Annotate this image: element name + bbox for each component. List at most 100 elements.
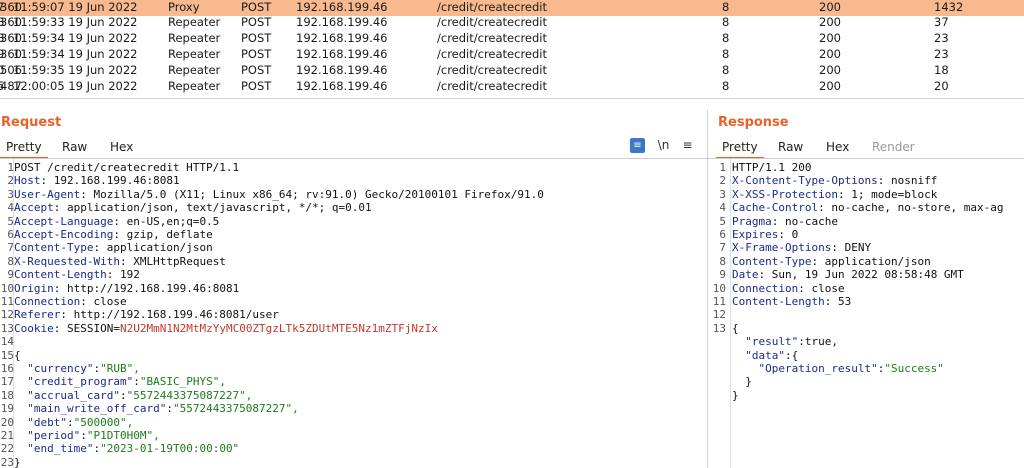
line-number: 8 bbox=[7, 254, 14, 268]
line-number: 18 bbox=[0, 388, 14, 402]
code-key: Referer bbox=[14, 308, 61, 322]
response-tab-render[interactable]: Render bbox=[866, 137, 921, 157]
history-cell-tool: Repeater bbox=[168, 31, 221, 45]
code-value: http://192.168.199.46:8081/user bbox=[73, 308, 279, 322]
code-line: "debt":"500000", bbox=[14, 416, 133, 429]
code-separator: : bbox=[40, 174, 54, 188]
response-tab-pretty[interactable]: Pretty bbox=[716, 137, 764, 159]
line-number: 3 bbox=[7, 187, 14, 201]
history-cell-params: 8 bbox=[722, 0, 730, 14]
code-line: } bbox=[732, 389, 739, 402]
history-cell-length: 487 bbox=[0, 79, 22, 93]
code-key: X-Frame-Options bbox=[732, 241, 832, 255]
code-value: DENY bbox=[844, 241, 872, 255]
response-tab-raw[interactable]: Raw bbox=[772, 137, 809, 157]
newline-icon[interactable]: \n bbox=[656, 138, 671, 153]
code-value: XMLHttpRequest bbox=[133, 254, 226, 268]
code-key: "Operation_result" bbox=[732, 362, 878, 375]
history-cell-time: 11:59:35 19 Jun 2022 bbox=[13, 63, 138, 77]
history-row[interactable]: 8 11:59:33 19 Jun 2022 Repeater POST 192.168… bbox=[0, 15, 1024, 31]
request-tab-raw[interactable]: Raw bbox=[56, 137, 93, 157]
wrap-lines-icon[interactable]: ≡ bbox=[630, 138, 645, 153]
code-key: "period" bbox=[14, 429, 81, 442]
code-separator: : bbox=[811, 254, 825, 268]
line-number: 6 bbox=[7, 228, 14, 241]
code-value: true, bbox=[804, 335, 838, 349]
line-number: 12 bbox=[712, 308, 726, 322]
line-number: 5 bbox=[719, 214, 726, 228]
history-cell-rtt: 23 bbox=[934, 47, 949, 61]
code-value: 1; mode=block bbox=[851, 187, 938, 201]
code-key: Date bbox=[732, 268, 759, 282]
history-row[interactable]: 711:59:07 19 Jun 2022ProxyPOST192.168.19… bbox=[0, 0, 1024, 16]
request-editor[interactable]: 1 POST /credit/createcredit HTTP/1.1 2 Host… bbox=[0, 158, 707, 468]
code-line: "Operation_result":"Success" bbox=[732, 362, 943, 375]
request-tab-hex[interactable]: Hex bbox=[104, 137, 139, 157]
line-number: 8 bbox=[719, 254, 726, 268]
line-number: 14 bbox=[0, 335, 14, 349]
code-key: HTTP/1.1 200 bbox=[732, 161, 812, 174]
code-key: X-Requested-With bbox=[14, 254, 120, 268]
history-row[interactable]: 011:59:35 19 Jun 2022RepeaterPOST192.168… bbox=[0, 63, 1024, 79]
history-cell-method: POST bbox=[241, 15, 272, 29]
line-number: 7 bbox=[719, 241, 726, 255]
code-value: application/json bbox=[106, 241, 213, 255]
response-title: Response bbox=[718, 115, 789, 130]
history-cell-tool: Repeater bbox=[168, 15, 221, 29]
line-number: 9 bbox=[7, 268, 14, 282]
code-key: "accrual_card" bbox=[14, 388, 120, 402]
code-line: X-Content-Type-Options: nosniff bbox=[732, 174, 937, 187]
code-key: X-Content-Type-Options bbox=[732, 174, 878, 188]
history-cell-rtt: 37 bbox=[934, 15, 949, 29]
line-number: 19 bbox=[0, 402, 14, 416]
code-separator: : bbox=[60, 308, 74, 322]
code-line: Accept-Encoding: gzip, deflate bbox=[14, 228, 213, 241]
code-key: Content-Length bbox=[14, 268, 107, 282]
history-cell-params: 8 bbox=[722, 15, 730, 29]
code-value: "RUB", bbox=[100, 362, 140, 375]
code-line: Content-Type: application/json bbox=[14, 241, 213, 254]
line-number: 9 bbox=[719, 268, 726, 282]
history-row[interactable]: 8 11:59:34 19 Jun 2022 Repeater POST 192.168… bbox=[0, 31, 1024, 47]
code-separator: : bbox=[80, 429, 87, 442]
history-row[interactable]: 911:59:34 19 Jun 2022RepeaterPOST192.168… bbox=[0, 47, 1024, 63]
code-key: Content-Type bbox=[14, 241, 94, 255]
code-line: X-XSS-Protection: 1; mode=block bbox=[732, 188, 937, 201]
line-number: 4 bbox=[719, 201, 726, 215]
line-number: 6 bbox=[719, 228, 726, 241]
code-separator: : bbox=[778, 228, 792, 241]
code-value: Sun, 19 Jun 2022 08:58:48 GMT bbox=[771, 268, 964, 282]
request-title: Request bbox=[1, 115, 62, 130]
menu-icon[interactable]: ≡ bbox=[680, 138, 695, 153]
history-cell-url: /credit/createcredit bbox=[437, 15, 548, 29]
code-separator: : SESSION= bbox=[53, 321, 120, 335]
code-key: Origin bbox=[14, 281, 54, 295]
history-cell-host: 192.168.199.46 bbox=[296, 79, 388, 93]
history-cell-params: 8 bbox=[722, 31, 730, 45]
line-number: 10 bbox=[0, 281, 14, 295]
code-value: { bbox=[791, 348, 799, 362]
code-separator: : bbox=[784, 348, 792, 362]
code-line: X-Frame-Options: DENY bbox=[732, 241, 871, 254]
code-separator: : bbox=[798, 281, 812, 295]
request-tab-pretty[interactable]: Pretty bbox=[0, 137, 48, 159]
line-number: 1 bbox=[719, 161, 726, 174]
code-line: Expires: 0 bbox=[732, 228, 798, 241]
response-tab-hex[interactable]: Hex bbox=[820, 137, 855, 157]
code-separator: : bbox=[119, 254, 134, 268]
history-cell-host: 192.168.199.46 bbox=[296, 0, 388, 14]
history-cell-rtt: 23 bbox=[934, 31, 949, 45]
code-separator: : bbox=[798, 335, 805, 349]
line-number-gutter bbox=[730, 159, 731, 468]
code-line: "accrual_card":"5572443375087227", bbox=[14, 389, 252, 402]
code-line: } bbox=[14, 456, 21, 468]
history-cell-status: 200 bbox=[819, 47, 841, 61]
history-cell-length: 360 bbox=[0, 31, 22, 45]
code-key: "main_write_off_card" bbox=[14, 402, 167, 416]
line-number: 11 bbox=[712, 295, 726, 308]
code-separator: : bbox=[818, 201, 832, 215]
history-row[interactable]: 512:00:05 19 Jun 2022RepeaterPOST192.168… bbox=[0, 79, 1024, 95]
code-key: Accept-Language bbox=[14, 214, 114, 228]
response-editor[interactable]: 1 HTTP/1.1 200 2 X-Content-Type-Options: no… bbox=[708, 158, 1024, 468]
code-value: http://192.168.199.46:8081 bbox=[67, 281, 240, 295]
